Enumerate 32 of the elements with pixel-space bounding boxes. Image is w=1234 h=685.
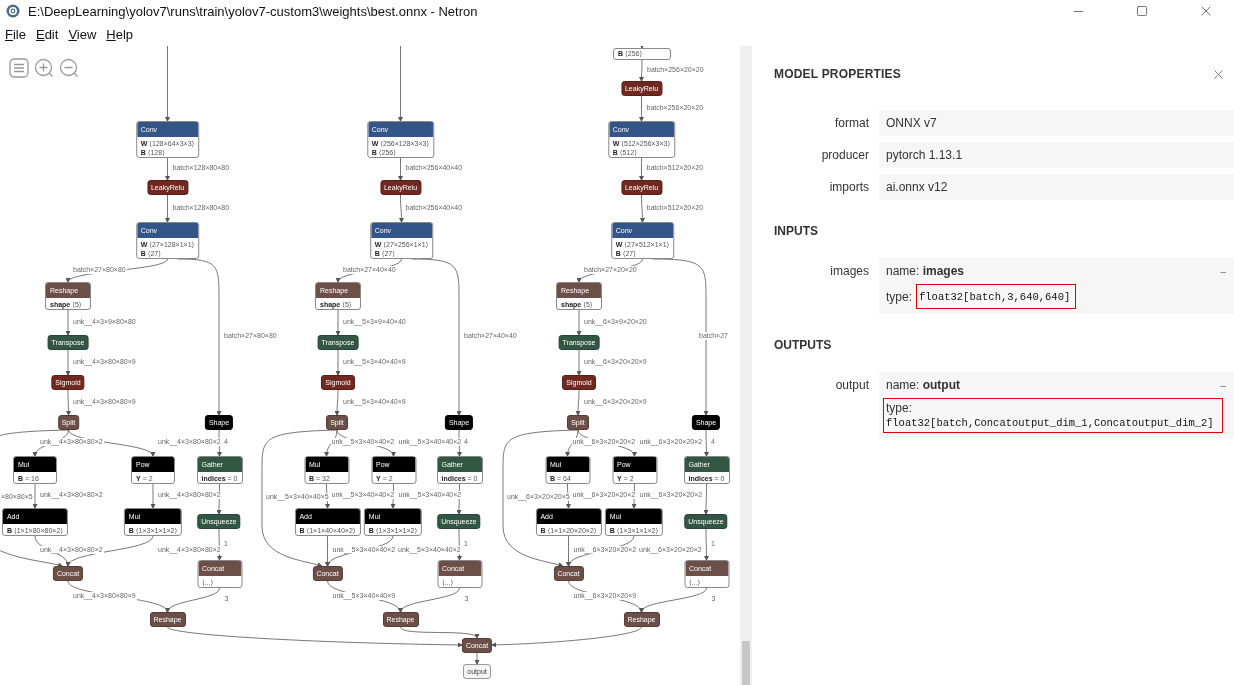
connector-arrow [639, 46, 645, 49]
property-label: format [834, 115, 869, 132]
property-name: name: images [886, 264, 965, 278]
property-name: name: output [886, 378, 960, 392]
property-value: ONNX v7 [879, 110, 1234, 136]
app-logo-icon [6, 4, 20, 18]
type-value: float32[batch,Concatoutput_dim_1,Concatoutput_dim_2] [886, 417, 1214, 429]
scrollbar-thumb[interactable] [742, 641, 750, 685]
property-value: pytorch 1.13.1 [879, 142, 1234, 168]
menu-icon[interactable] [9, 58, 29, 78]
window-title: E:\DeepLearning\yolov7\runs\train\yolov7-custom3\weights\best.onnx - Netron [28, 3, 479, 19]
panel-title: MODEL PROPERTIES [774, 67, 901, 81]
property-value: ai.onnx v12 [879, 174, 1234, 200]
type-value: float32[batch,3,640,640] [916, 284, 1077, 309]
expand-toggle[interactable]: – [1216, 265, 1230, 277]
menu-item[interactable]: View [63, 26, 102, 42]
zoom-out-icon[interactable] [59, 58, 79, 78]
property-label: producer [820, 147, 869, 164]
expand-toggle[interactable]: – [1216, 379, 1230, 391]
scrollbar[interactable] [740, 46, 752, 685]
menu-item[interactable]: Help [101, 26, 139, 42]
section-heading: OUTPUTS [774, 338, 833, 352]
section-heading: INPUTS [774, 224, 819, 238]
zoom-in-icon[interactable] [34, 58, 54, 78]
property-label: imports [828, 179, 869, 196]
maximize-icon[interactable] [1136, 5, 1148, 17]
type-label: type: [886, 289, 912, 304]
property-label: images [829, 263, 869, 280]
type-label: type: [886, 401, 913, 415]
menu-item[interactable]: Edit [30, 26, 64, 42]
property-label: output [834, 377, 869, 394]
menu-item[interactable]: File [0, 26, 31, 42]
